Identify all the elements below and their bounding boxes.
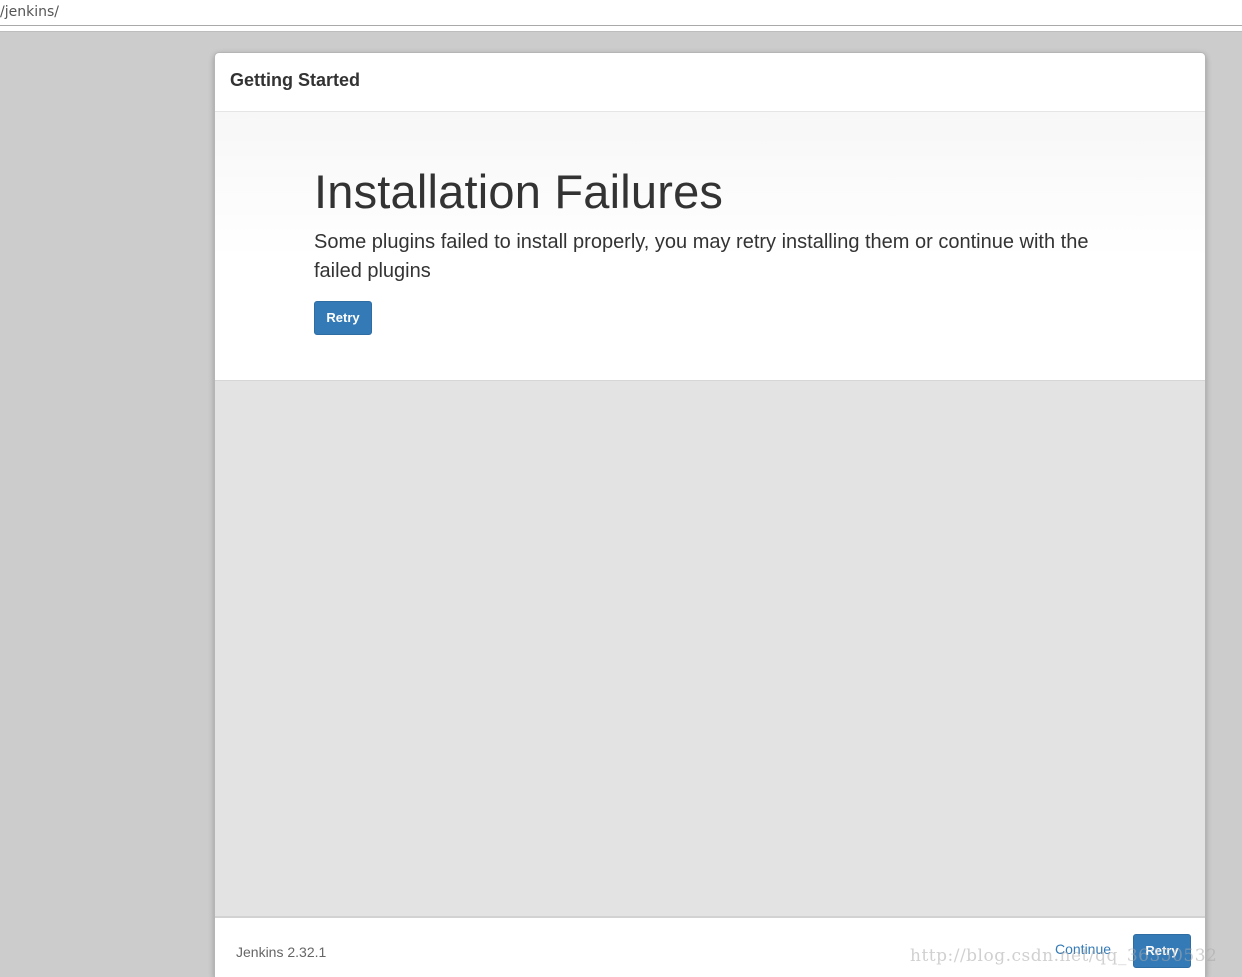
setup-wizard-dialog: Getting Started Installation Failures So… [214,52,1206,977]
url-text[interactable]: /jenkins/ [0,4,59,20]
plugin-list-area [215,381,1205,916]
browser-address-bar[interactable]: /jenkins/ [0,0,1242,26]
footer-retry-button[interactable]: Retry [1133,934,1191,968]
dialog-header: Getting Started [215,53,1205,112]
page-heading: Installation Failures [314,165,724,218]
continue-link[interactable]: Continue [1055,941,1111,957]
installation-failures-panel: Installation Failures Some plugins faile… [215,112,1205,381]
toolbar-divider [0,26,1242,32]
dialog-title: Getting Started [230,70,361,90]
failure-message: Some plugins failed to install properly,… [314,231,1089,282]
retry-button[interactable]: Retry [314,301,372,335]
dialog-footer: Jenkins 2.32.1 Continue Retry [215,916,1205,977]
jenkins-version: Jenkins 2.32.1 [236,944,327,960]
